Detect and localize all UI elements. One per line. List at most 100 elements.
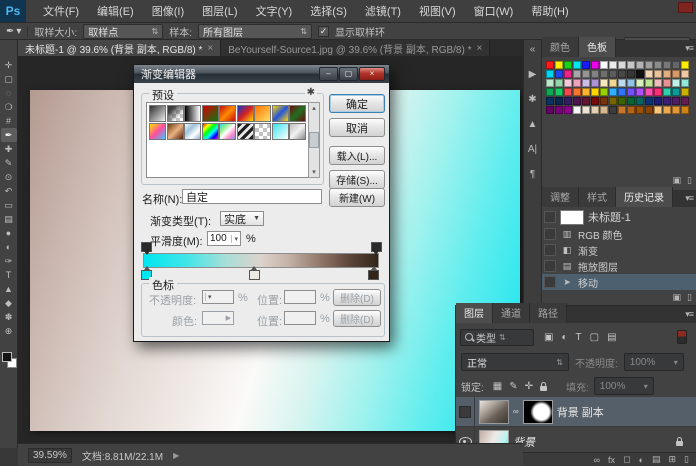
color-swatch[interactable]: [591, 106, 599, 114]
tab-history[interactable]: 历史记录: [616, 187, 673, 207]
color-swatch[interactable]: [672, 61, 680, 69]
color-swatch[interactable]: [672, 106, 680, 114]
color-swatch[interactable]: [627, 61, 635, 69]
color-swatch[interactable]: [582, 70, 590, 78]
layer-filter-select[interactable]: 类型 ⇅: [460, 329, 534, 346]
color-swatch[interactable]: [573, 106, 581, 114]
menu-filter[interactable]: 滤镜(T): [356, 0, 410, 22]
color-swatch[interactable]: [636, 106, 644, 114]
gradient-preset[interactable]: [219, 123, 236, 140]
quick-select-tool-icon[interactable]: ❍: [1, 100, 17, 114]
color-swatch[interactable]: [627, 88, 635, 96]
color-swatch[interactable]: [654, 70, 662, 78]
color-swatch[interactable]: [564, 88, 572, 96]
history-snapshot[interactable]: 未标题-1: [542, 208, 696, 226]
color-swatch[interactable]: [600, 88, 608, 96]
history-source-toggle[interactable]: [544, 244, 556, 256]
filter-pixel-layers-icon[interactable]: ▣: [544, 332, 553, 343]
adjustments-panel-icon[interactable]: ✱: [528, 94, 536, 105]
color-swatch[interactable]: [627, 97, 635, 105]
path-select-tool-icon[interactable]: ▲: [1, 282, 17, 296]
color-swatch[interactable]: [546, 61, 554, 69]
color-swatch[interactable]: [627, 70, 635, 78]
clone-stamp-tool-icon[interactable]: ⊙: [1, 170, 17, 184]
color-swatch[interactable]: [555, 70, 563, 78]
color-swatch[interactable]: [582, 106, 590, 114]
adjustment-layer-icon[interactable]: ◐: [639, 455, 644, 465]
color-swatch[interactable]: [663, 79, 671, 87]
crop-tool-icon[interactable]: #: [1, 114, 17, 128]
new-swatch-icon[interactable]: ▣: [673, 175, 682, 186]
layer-mask-thumbnail[interactable]: [523, 400, 553, 424]
color-swatch[interactable]: [564, 106, 572, 114]
menu-image[interactable]: 图像(I): [143, 0, 193, 22]
history-step[interactable]: ▤拖放图层: [542, 258, 696, 274]
color-swatch[interactable]: [609, 79, 617, 87]
color-swatch[interactable]: [591, 79, 599, 87]
link-layers-icon[interactable]: ∞: [594, 455, 600, 465]
trash-icon[interactable]: ▯: [684, 454, 689, 465]
menu-type[interactable]: 文字(Y): [247, 0, 302, 22]
tab-paths[interactable]: 路径: [530, 303, 567, 323]
filter-toggle[interactable]: [677, 330, 687, 344]
marquee-tool-icon[interactable]: ▢: [1, 72, 17, 86]
color-swatch[interactable]: [654, 61, 662, 69]
blur-tool-icon[interactable]: ●: [1, 226, 17, 240]
color-swatch[interactable]: [591, 88, 599, 96]
gradient-preset[interactable]: [254, 105, 271, 122]
menu-help[interactable]: 帮助(H): [522, 0, 577, 22]
color-swatch[interactable]: [672, 88, 680, 96]
gradient-tool-icon[interactable]: ▤: [1, 212, 17, 226]
gear-icon[interactable]: ✱: [305, 87, 317, 98]
color-swatch[interactable]: [573, 88, 581, 96]
maximize-icon[interactable]: ▢: [339, 67, 358, 81]
dodge-tool-icon[interactable]: ◐: [1, 240, 17, 254]
color-swatch[interactable]: [573, 70, 581, 78]
document-tab[interactable]: 未标题-1 @ 39.6% (背景 副本, RGB/8) *×: [18, 40, 221, 56]
color-swatch[interactable]: [609, 97, 617, 105]
layer-row-background-copy[interactable]: ∞ 背景 副本: [456, 397, 696, 427]
ok-button[interactable]: 确定: [329, 94, 385, 113]
color-swatch[interactable]: [591, 61, 599, 69]
color-swatch[interactable]: [654, 106, 662, 114]
collapse-panels-icon[interactable]: «: [530, 44, 536, 55]
new-button[interactable]: 新建(W): [329, 188, 385, 207]
color-swatch[interactable]: [681, 70, 689, 78]
active-tool-chip[interactable]: ✒ ▾: [6, 26, 28, 37]
layer-thumbnail[interactable]: [479, 400, 509, 424]
color-swatch[interactable]: [618, 88, 626, 96]
gradient-preset[interactable]: [167, 123, 184, 140]
visibility-toggle[interactable]: [456, 397, 475, 427]
opacity-stop[interactable]: [371, 242, 382, 252]
scrollbar-thumb[interactable]: [309, 132, 319, 148]
new-layer-icon[interactable]: ⊞: [669, 454, 677, 465]
save-button[interactable]: 存储(S)...: [329, 170, 385, 189]
color-swatch[interactable]: [627, 106, 635, 114]
minimize-icon[interactable]: –: [319, 67, 338, 81]
add-mask-icon[interactable]: ◻: [623, 454, 630, 465]
color-swatch[interactable]: [681, 61, 689, 69]
history-step[interactable]: ▥RGB 颜色: [542, 226, 696, 242]
color-swatch[interactable]: [582, 88, 590, 96]
color-swatch[interactable]: [555, 79, 563, 87]
dialog-title-bar[interactable]: 渐变编辑器 – ▢ ×: [134, 65, 389, 83]
sample-select[interactable]: 所有图层 ⇅: [198, 24, 312, 39]
color-swatch[interactable]: [636, 79, 644, 87]
color-swatch[interactable]: [627, 79, 635, 87]
color-swatch[interactable]: [564, 97, 572, 105]
color-swatch[interactable]: [645, 88, 653, 96]
color-swatch[interactable]: [609, 61, 617, 69]
paragraph-panel-icon[interactable]: ¶: [530, 169, 535, 180]
history-brush-tool-icon[interactable]: ↶: [1, 184, 17, 198]
trash-icon[interactable]: ▯: [687, 175, 692, 186]
move-tool-icon[interactable]: ✛: [1, 58, 17, 72]
menu-edit[interactable]: 编辑(E): [88, 0, 143, 22]
brush-tool-icon[interactable]: ✎: [1, 156, 17, 170]
color-swatch[interactable]: [636, 70, 644, 78]
history-step[interactable]: ➤移动: [542, 274, 696, 290]
lasso-tool-icon[interactable]: ◌: [1, 86, 17, 100]
color-swatch[interactable]: [654, 88, 662, 96]
history-source-toggle[interactable]: [544, 276, 556, 288]
scroll-up-icon[interactable]: ▴: [312, 104, 316, 112]
menu-view[interactable]: 视图(V): [410, 0, 465, 22]
